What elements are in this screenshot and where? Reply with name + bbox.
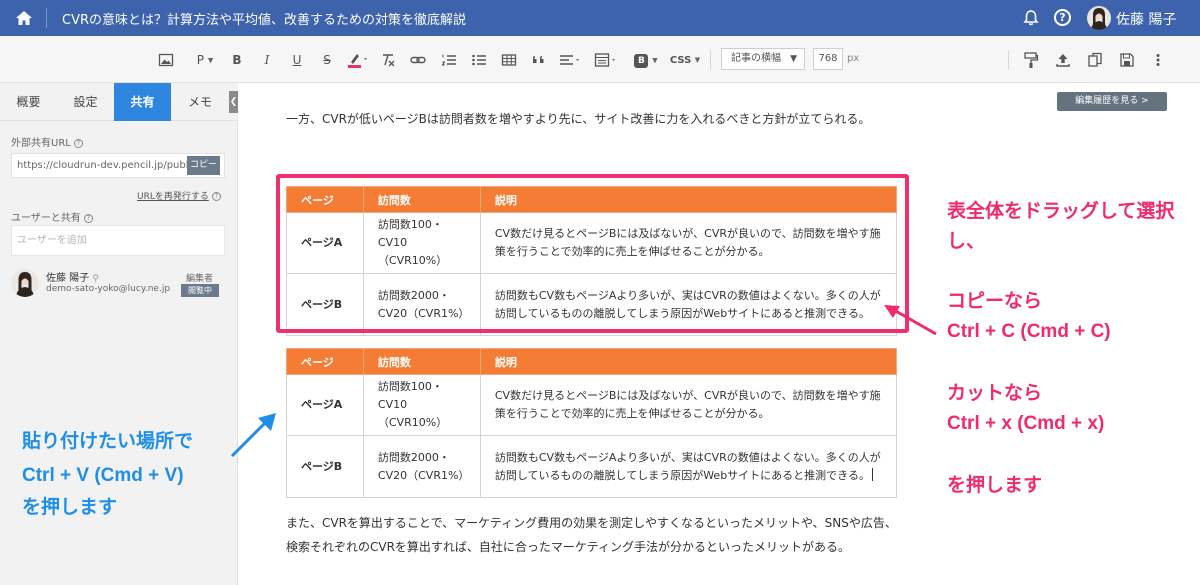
key-icon: ⚲ (92, 274, 99, 284)
share-users-label: ユーザーと共有? (11, 209, 93, 224)
article-width-select[interactable]: 記事の横幅 ▼ (721, 48, 805, 70)
bell-icon[interactable] (1022, 9, 1040, 27)
collapse-sidebar-icon[interactable]: ❮ (229, 91, 238, 113)
image-icon[interactable] (158, 51, 174, 69)
user-name[interactable]: 佐藤 陽子 (1116, 9, 1176, 29)
more-icon[interactable] (1151, 51, 1165, 69)
table-cell[interactable]: CV数だけ見るとページBには及ばないが、CVRが良いので、訪問数を増やす施策を行… (479, 374, 898, 436)
reissue-url-link[interactable]: URLを再発行する? (137, 189, 221, 202)
block-style-dropdown[interactable]: B ▼ (632, 51, 660, 69)
annotation-text: Ctrl + C (Cmd + C) (947, 321, 1111, 342)
chevron-down-icon: ▼ (652, 56, 658, 65)
annotation-text: カットなら (947, 383, 1043, 404)
member-role: 編集者 (186, 274, 214, 284)
table-row: ページB 訪問数2000・CV20（CVR1%） 訪問数もCV数もページAより多… (286, 435, 898, 498)
avatar (11, 269, 39, 297)
status-badge: 閲覧中 (181, 284, 219, 297)
width-input[interactable]: 768 (813, 48, 843, 70)
upload-icon[interactable] (1055, 51, 1071, 69)
reissue-url-text: URLを再発行する (137, 192, 209, 202)
table-header-row: ページ 訪問数 説明 (286, 348, 898, 375)
edit-history-button[interactable]: 編集履歴を見る > (1057, 92, 1167, 111)
sidebar-tabs: 概要 設定 共有 メモ ❮ (0, 83, 238, 121)
duplicate-icon[interactable] (1087, 51, 1103, 69)
tab-memo[interactable]: メモ (171, 83, 229, 121)
chevron-down-icon: ▼ (790, 54, 797, 64)
link-icon[interactable] (410, 51, 426, 69)
top-bar: CVRの意味とは？計算方法や平均値、改善するための対策を徹底解説 ? 佐藤 陽子 (0, 0, 1200, 36)
tab-share[interactable]: 共有 (114, 83, 171, 121)
strikethrough-button[interactable]: S (320, 51, 334, 69)
annotation-text: を押します (947, 475, 1043, 496)
help-icon[interactable]: ? (211, 192, 221, 201)
paragraph-label: P (196, 53, 205, 67)
add-user-input[interactable]: ユーザーを追加 (11, 225, 225, 256)
align-icon[interactable] (559, 51, 583, 69)
chevron-down-icon: ▼ (694, 56, 701, 64)
table-cell[interactable]: 訪問数もCV数もページAより多いが、実はCVRの数値はよくない。多くの人が訪問し… (479, 435, 898, 498)
table-cell[interactable]: 訪問数100・CV10（CVR10%） (362, 374, 481, 436)
annotation-text: コピーなら (947, 291, 1043, 312)
annotation-text: し、 (947, 231, 986, 252)
data-table-pasted[interactable]: ページ 訪問数 説明 ページA 訪問数100・CV10（CVR10%） CV数だ… (286, 348, 898, 498)
tab-settings[interactable]: 設定 (57, 83, 114, 121)
quote-icon[interactable] (531, 51, 547, 69)
paragraph[interactable]: 一方、CVRが低いページBは訪問者数を増やすより先に、サイト改善に力を入れるべき… (286, 107, 898, 131)
help-icon[interactable]: ? (1054, 9, 1071, 26)
document-title: CVRの意味とは？計算方法や平均値、改善するための対策を徹底解説 (62, 13, 467, 28)
clear-format-icon[interactable] (381, 51, 395, 69)
selection-highlight (276, 174, 909, 333)
divider (1008, 50, 1009, 70)
arrow-icon (884, 305, 937, 336)
ordered-list-icon[interactable] (441, 51, 457, 69)
help-icon[interactable]: ? (73, 139, 83, 148)
annotation-text: を押します (22, 497, 118, 518)
text-color-icon[interactable] (347, 51, 371, 69)
avatar[interactable] (1087, 6, 1111, 30)
table-row: ページA 訪問数100・CV10（CVR10%） CV数だけ見るとページBには及… (286, 374, 898, 436)
paragraph-dropdown[interactable]: P ▼ (194, 51, 216, 69)
annotation-text: 貼り付けたい場所で (22, 431, 194, 452)
article-width-select-value: 記事の横幅 (731, 53, 781, 64)
arrow-icon (230, 413, 276, 458)
member-name-text: 佐藤 陽子 (46, 273, 90, 284)
save-icon[interactable] (1119, 51, 1135, 69)
table-cell-text: 訪問数もCV数もページAより多いが、実はCVRの数値はよくない。多くの人が訪問し… (494, 450, 881, 482)
member-email: demo-sato-yoko@lucy.ne.jp (46, 284, 171, 294)
annotation-text: 表全体をドラッグして選択 (947, 201, 1175, 222)
italic-button[interactable]: I (260, 51, 274, 69)
table-icon[interactable] (501, 51, 517, 69)
bullet-list-icon[interactable] (471, 51, 487, 69)
css-dropdown[interactable]: CSS ▼ (668, 51, 702, 69)
table-cell[interactable]: ページB (286, 435, 364, 498)
annotation-text: Ctrl + x (Cmd + x) (947, 413, 1105, 434)
block-style-label: B (634, 53, 649, 68)
css-label: CSS (669, 55, 692, 66)
table-header-cell[interactable]: 訪問数 (362, 348, 481, 375)
home-icon[interactable] (15, 9, 33, 27)
divider (710, 50, 711, 70)
paragraph[interactable]: また、CVRを算出することで、マーケティング費用の効果を測定しやすくなるといった… (286, 511, 898, 559)
paint-format-icon[interactable] (1023, 51, 1039, 69)
table-header-cell[interactable]: 説明 (479, 348, 898, 375)
divider (46, 8, 47, 28)
underline-button[interactable]: U (290, 51, 304, 69)
help-icon[interactable]: ? (83, 214, 93, 223)
external-url-label-text: 外部共有URL (11, 138, 71, 149)
bold-button[interactable]: B (230, 51, 244, 69)
table-cell[interactable]: ページA (286, 374, 364, 436)
table-cell[interactable]: 訪問数2000・CV20（CVR1%） (362, 435, 481, 498)
tab-overview[interactable]: 概要 (0, 83, 57, 121)
width-unit: px (847, 53, 860, 64)
member-name: 佐藤 陽子 ⚲ (46, 269, 99, 284)
table-header-cell[interactable]: ページ (286, 348, 364, 375)
layout-icon[interactable] (594, 51, 620, 69)
editor-toolbar: P ▼ B I U S B ▼ CSS ▼ 記事の横幅 ▼ 768 px (0, 36, 1200, 83)
external-url-label: 外部共有URL? (11, 134, 83, 149)
share-users-label-text: ユーザーと共有 (11, 213, 81, 224)
chevron-down-icon: ▼ (207, 56, 214, 65)
annotation-text: Ctrl + V (Cmd + V) (22, 465, 184, 486)
copy-button[interactable]: コピー (187, 156, 220, 175)
text-cursor (871, 467, 873, 481)
